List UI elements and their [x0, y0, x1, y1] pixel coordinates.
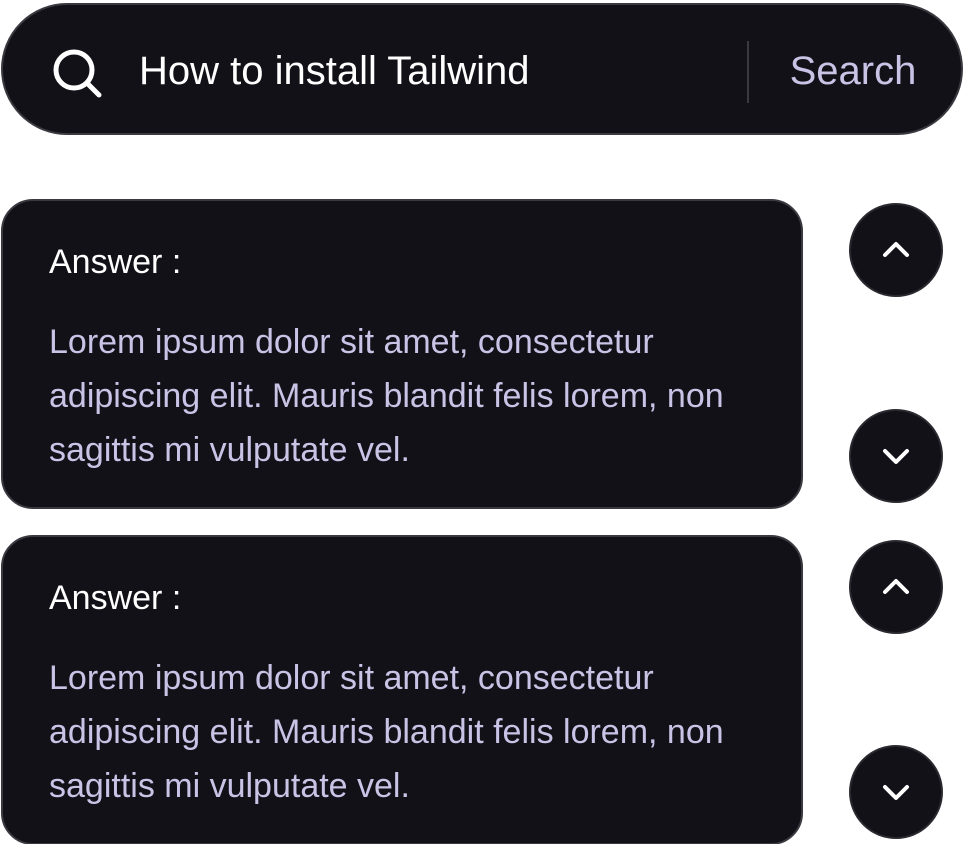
qa-page: Search Answer : Lorem ipsum dolor sit am…	[0, 0, 966, 844]
answer-card: Answer : Lorem ipsum dolor sit amet, con…	[1, 535, 803, 844]
search-button[interactable]: Search	[763, 35, 943, 107]
upvote-button[interactable]	[849, 203, 943, 297]
answer-body: Lorem ipsum dolor sit amet, consectetur …	[49, 659, 724, 805]
upvote-button[interactable]	[849, 540, 943, 634]
downvote-button[interactable]	[849, 745, 943, 839]
answer-body: Lorem ipsum dolor sit amet, consectetur …	[49, 323, 724, 469]
search-input[interactable]	[139, 41, 729, 101]
answer-title: Answer :	[49, 579, 182, 617]
search-divider	[747, 41, 749, 103]
chevron-up-icon	[883, 242, 909, 257]
downvote-button[interactable]	[849, 409, 943, 503]
answer-title: Answer :	[49, 243, 182, 281]
chevron-up-icon	[883, 579, 909, 594]
chevron-down-icon	[883, 785, 909, 800]
answer-card: Answer : Lorem ipsum dolor sit amet, con…	[1, 199, 803, 509]
search-icon	[53, 49, 102, 98]
search-bar: Search	[1, 3, 963, 135]
chevron-down-icon	[883, 449, 909, 464]
